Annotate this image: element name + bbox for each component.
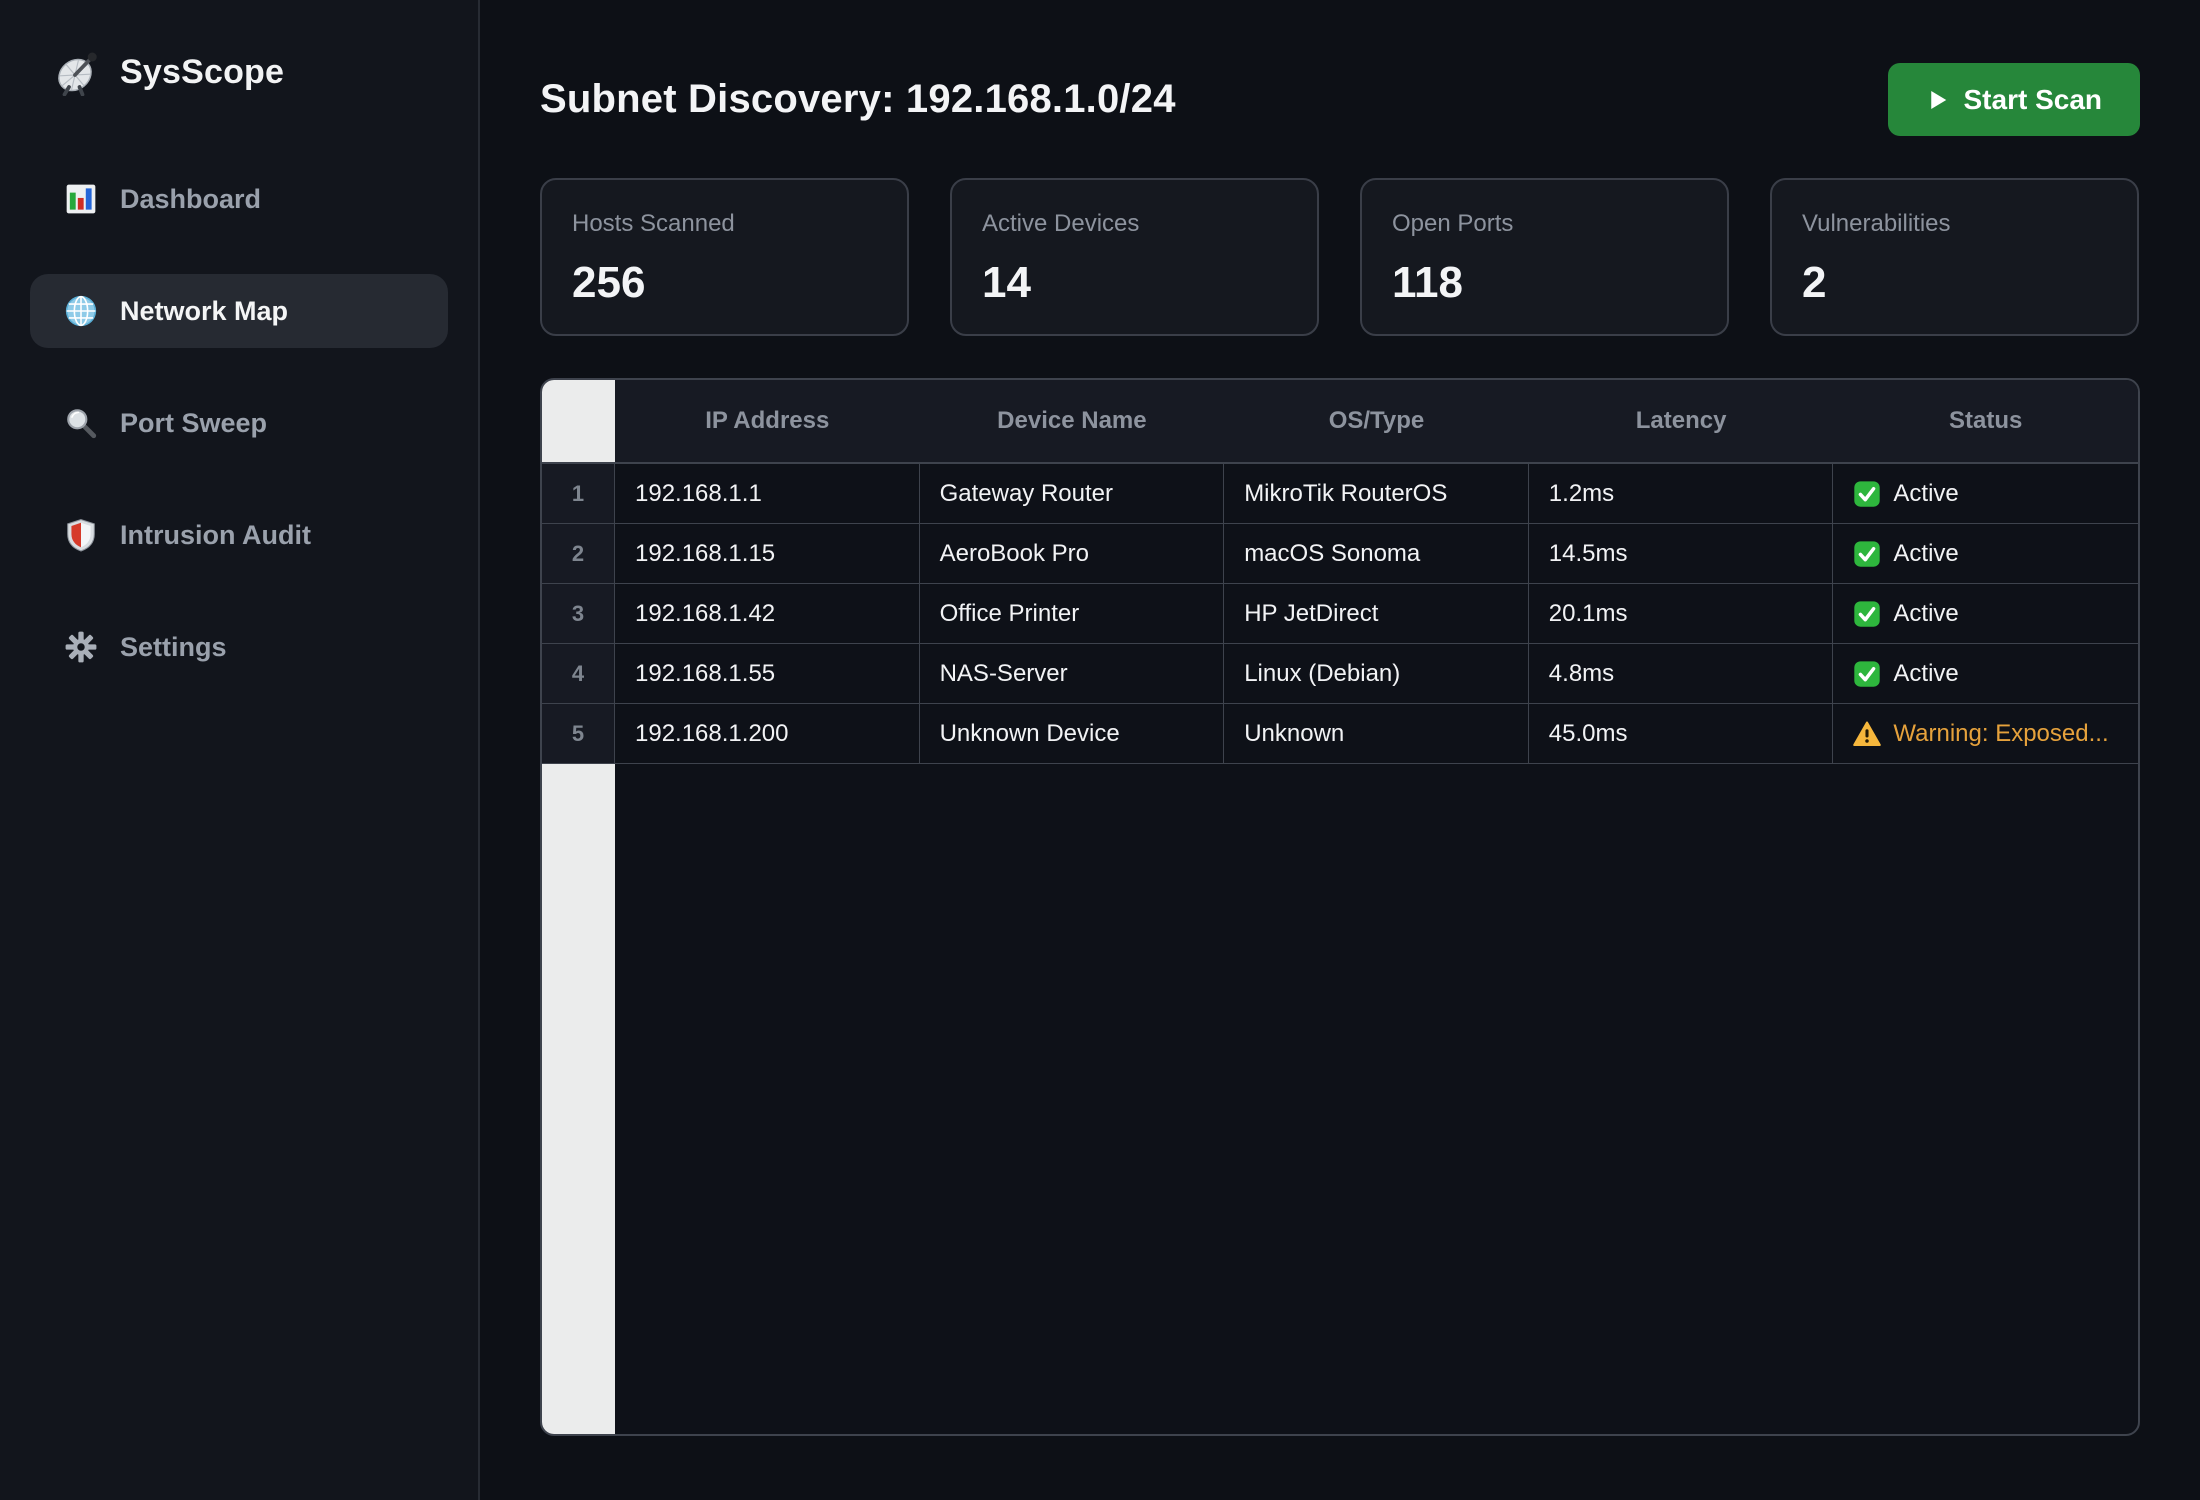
- stat-card-hosts-scanned: Hosts Scanned 256: [540, 178, 909, 336]
- os-cell[interactable]: HP JetDirect: [1224, 584, 1529, 644]
- sidebar-item-label: Dashboard: [120, 184, 261, 215]
- stat-label: Active Devices: [982, 210, 1287, 238]
- latency-cell[interactable]: 20.1ms: [1529, 584, 1834, 644]
- status-label: Active: [1893, 660, 1958, 688]
- top-bar: Subnet Discovery: 192.168.1.0/24 Start S…: [540, 63, 2140, 136]
- device-cell[interactable]: AeroBook Pro: [920, 524, 1225, 584]
- status-label: Active: [1893, 600, 1958, 628]
- sidebar-item-label: Network Map: [120, 296, 288, 327]
- os-cell[interactable]: MikroTik RouterOS: [1224, 464, 1529, 524]
- bar-chart-icon: [64, 182, 98, 216]
- satellite-dish-icon: [54, 48, 102, 96]
- latency-cell[interactable]: 4.8ms: [1529, 644, 1834, 704]
- ip-cell[interactable]: 192.168.1.15: [615, 524, 920, 584]
- check-icon: [1853, 480, 1881, 508]
- stat-label: Hosts Scanned: [572, 210, 877, 238]
- row-number-cell[interactable]: 3: [542, 584, 615, 644]
- device-cell[interactable]: NAS-Server: [920, 644, 1225, 704]
- column-header-ip[interactable]: IP Address: [615, 380, 920, 464]
- latency-cell[interactable]: 1.2ms: [1529, 464, 1834, 524]
- stat-card-active-devices: Active Devices 14: [950, 178, 1319, 336]
- latency-cell[interactable]: 14.5ms: [1529, 524, 1834, 584]
- device-cell[interactable]: Gateway Router: [920, 464, 1225, 524]
- shield-icon: [64, 518, 98, 552]
- stat-label: Vulnerabilities: [1802, 210, 2107, 238]
- row-number-cell[interactable]: 1: [542, 464, 615, 524]
- gear-icon: [64, 630, 98, 664]
- check-icon: [1853, 660, 1881, 688]
- sidebar-item-intrusion-audit[interactable]: Intrusion Audit: [30, 498, 448, 572]
- sidebar-item-port-sweep[interactable]: Port Sweep: [30, 386, 448, 460]
- status-cell[interactable]: Active: [1833, 464, 2138, 524]
- play-icon: [1926, 88, 1950, 112]
- magnifier-icon: [64, 406, 98, 440]
- status-cell[interactable]: Active: [1833, 584, 2138, 644]
- devices-grid: IP Address Device Name OS/Type Latency S…: [542, 380, 2138, 764]
- app-name: SysScope: [120, 53, 284, 92]
- sidebar-item-label: Intrusion Audit: [120, 520, 311, 551]
- device-cell[interactable]: Unknown Device: [920, 704, 1225, 764]
- ip-cell[interactable]: 192.168.1.200: [615, 704, 920, 764]
- sidebar-item-label: Settings: [120, 632, 227, 663]
- row-number-cell[interactable]: 4: [542, 644, 615, 704]
- latency-cell[interactable]: 45.0ms: [1529, 704, 1834, 764]
- status-label: Active: [1893, 480, 1958, 508]
- column-header-device[interactable]: Device Name: [920, 380, 1225, 464]
- stat-label: Open Ports: [1392, 210, 1697, 238]
- status-cell[interactable]: Active: [1833, 524, 2138, 584]
- ip-cell[interactable]: 192.168.1.42: [615, 584, 920, 644]
- device-cell[interactable]: Office Printer: [920, 584, 1225, 644]
- column-header-latency[interactable]: Latency: [1529, 380, 1834, 464]
- globe-icon: [64, 294, 98, 328]
- sidebar: SysScope Dashboard Network Map: [0, 0, 480, 1500]
- sidebar-item-label: Port Sweep: [120, 408, 267, 439]
- page-title: Subnet Discovery: 192.168.1.0/24: [540, 77, 1176, 122]
- main-content: Subnet Discovery: 192.168.1.0/24 Start S…: [480, 0, 2200, 1500]
- status-cell[interactable]: Warning: Exposed...: [1833, 704, 2138, 764]
- stat-value: 256: [572, 258, 877, 308]
- sidebar-item-dashboard[interactable]: Dashboard: [30, 162, 448, 236]
- os-cell[interactable]: Linux (Debian): [1224, 644, 1529, 704]
- table-corner-cell[interactable]: [542, 380, 615, 464]
- status-label: Active: [1893, 540, 1958, 568]
- stat-value: 118: [1392, 258, 1697, 308]
- app-logo: SysScope: [30, 46, 448, 98]
- ip-cell[interactable]: 192.168.1.1: [615, 464, 920, 524]
- os-cell[interactable]: Unknown: [1224, 704, 1529, 764]
- sidebar-nav: Dashboard Network Map Port Sweep: [30, 162, 448, 684]
- check-icon: [1853, 600, 1881, 628]
- sidebar-item-network-map[interactable]: Network Map: [30, 274, 448, 348]
- stat-cards: Hosts Scanned 256 Active Devices 14 Open…: [540, 178, 2140, 336]
- column-header-os[interactable]: OS/Type: [1224, 380, 1529, 464]
- row-number-cell[interactable]: 5: [542, 704, 615, 764]
- ip-cell[interactable]: 192.168.1.55: [615, 644, 920, 704]
- warning-icon: [1853, 720, 1881, 748]
- os-cell[interactable]: macOS Sonoma: [1224, 524, 1529, 584]
- sidebar-item-settings[interactable]: Settings: [30, 610, 448, 684]
- status-cell[interactable]: Active: [1833, 644, 2138, 704]
- start-scan-label: Start Scan: [1964, 84, 2103, 116]
- column-header-status[interactable]: Status: [1833, 380, 2138, 464]
- status-label: Warning: Exposed...: [1893, 720, 2108, 748]
- check-icon: [1853, 540, 1881, 568]
- stat-card-vulnerabilities: Vulnerabilities 2: [1770, 178, 2139, 336]
- stat-card-open-ports: Open Ports 118: [1360, 178, 1729, 336]
- devices-table: IP Address Device Name OS/Type Latency S…: [540, 378, 2140, 1436]
- stat-value: 14: [982, 258, 1287, 308]
- stat-value: 2: [1802, 258, 2107, 308]
- start-scan-button[interactable]: Start Scan: [1888, 63, 2141, 136]
- row-number-cell[interactable]: 2: [542, 524, 615, 584]
